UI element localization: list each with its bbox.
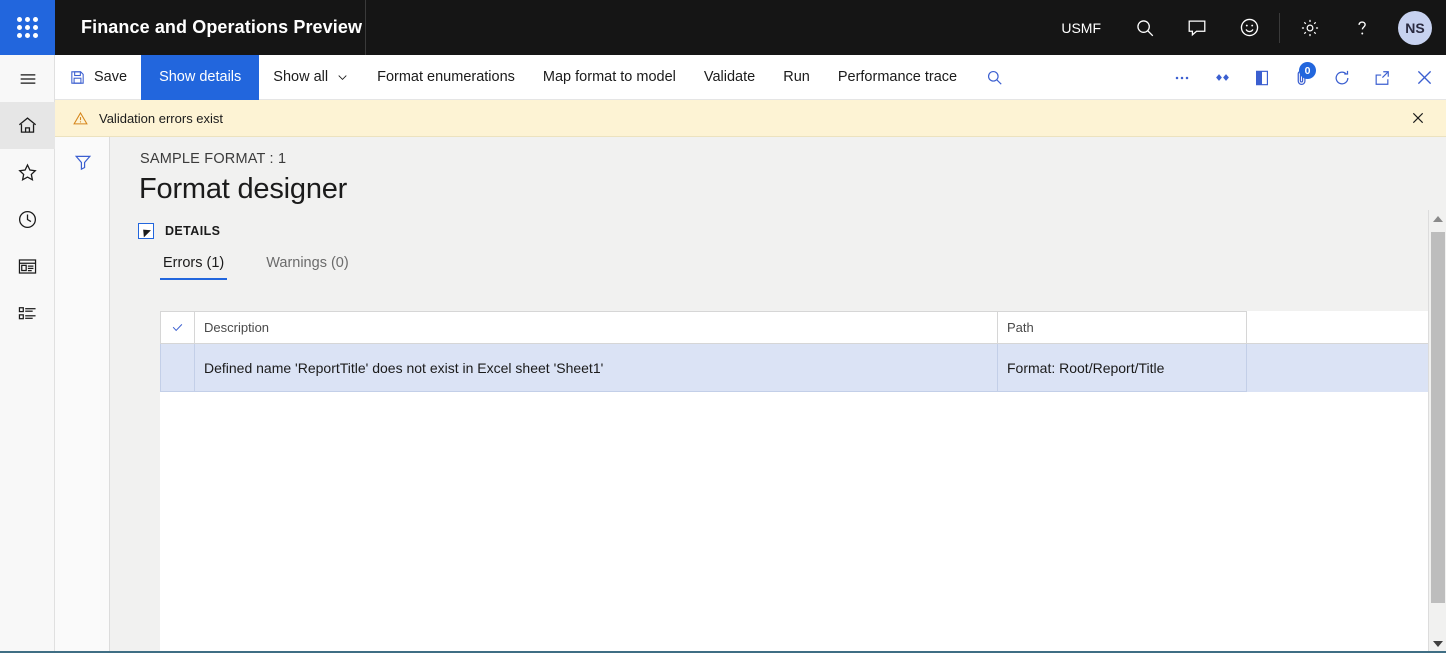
office-apps-icon[interactable] — [1242, 55, 1282, 100]
sidebar-item-home[interactable] — [0, 102, 55, 149]
validation-message-text: Validation errors exist — [99, 110, 224, 126]
filter-pane — [55, 137, 110, 653]
column-header-description[interactable]: Description — [195, 311, 998, 343]
page-caption: SAMPLE FORMAT : 1 — [140, 151, 287, 167]
tab-errors[interactable]: Errors (1) — [160, 255, 228, 280]
header-divider-right — [1279, 12, 1280, 43]
command-search-icon[interactable] — [971, 55, 1017, 100]
attachment-count-badge: 0 — [1299, 62, 1316, 79]
cell-path[interactable]: Format: Root/Report/Title — [998, 344, 1247, 392]
sidebar-item-workspaces[interactable] — [0, 243, 55, 290]
app-title: Finance and Operations Preview — [81, 17, 363, 37]
application-window: Finance and Operations Preview USMF NS S… — [0, 0, 1446, 653]
details-tablist: Errors (1) Warnings (0) — [160, 255, 388, 280]
message-bar-close-icon[interactable] — [1398, 100, 1438, 137]
row-select-cell[interactable] — [160, 344, 195, 392]
waffle-grid — [17, 17, 38, 38]
refresh-icon[interactable] — [1322, 55, 1362, 100]
header-actions: USMF NS — [1043, 0, 1446, 55]
grid-header-row: Description Path — [160, 311, 1428, 344]
main-content-area: SAMPLE FORMAT : 1 Format designer DETAIL… — [110, 137, 1446, 653]
avatar[interactable]: NS — [1398, 10, 1432, 45]
run-button[interactable]: Run — [769, 55, 824, 100]
map-format-to-model-label: Map format to model — [542, 69, 676, 85]
personalize-diamond-icon[interactable] — [1202, 55, 1242, 100]
help-question-icon[interactable] — [1336, 0, 1388, 55]
map-format-to-model-button[interactable]: Map format to model — [529, 55, 690, 100]
filter-funnel-icon[interactable] — [55, 137, 110, 187]
format-enumerations-button[interactable]: Format enumerations — [363, 55, 529, 100]
overflow-ellipsis-icon[interactable] — [1162, 55, 1202, 100]
hamburger-menu-icon[interactable] — [0, 55, 55, 102]
scrollbar-thumb[interactable] — [1431, 232, 1445, 603]
column-header-path[interactable]: Path — [998, 311, 1247, 343]
performance-trace-button[interactable]: Performance trace — [824, 55, 971, 100]
show-all-dropdown[interactable]: Show all — [259, 55, 363, 100]
app-launcher-icon[interactable] — [0, 0, 55, 55]
chevron-down-icon — [336, 71, 349, 84]
details-section-label: DETAILS — [165, 224, 221, 238]
sidebar-item-favorites[interactable] — [0, 149, 55, 196]
sidebar-item-modules[interactable] — [0, 290, 55, 337]
company-selector[interactable]: USMF — [1043, 20, 1119, 36]
save-label: Save — [94, 69, 128, 85]
sidebar-item-recent[interactable] — [0, 196, 55, 243]
close-icon[interactable] — [1402, 55, 1446, 100]
run-label: Run — [783, 69, 810, 85]
left-navigation-rail — [0, 55, 55, 653]
select-all-checkmark-icon[interactable] — [160, 311, 195, 343]
collapse-caret-icon[interactable] — [138, 223, 154, 239]
attachment-paperclip-icon[interactable]: 0 — [1282, 55, 1322, 100]
open-in-new-window-icon[interactable] — [1362, 55, 1402, 100]
format-enumerations-label: Format enumerations — [377, 69, 515, 85]
feedback-smiley-icon[interactable] — [1223, 0, 1275, 55]
show-details-label: Show details — [159, 69, 242, 85]
save-disk-icon — [69, 69, 86, 86]
message-icon[interactable] — [1171, 0, 1223, 55]
tab-warnings[interactable]: Warnings (0) — [263, 255, 351, 280]
gear-icon[interactable] — [1284, 0, 1336, 55]
page-title: Format designer — [139, 173, 348, 205]
header-divider — [365, 0, 366, 55]
command-bar-right-icons: 0 — [1162, 55, 1446, 100]
warning-triangle-icon — [72, 110, 89, 127]
scroll-up-arrow-icon[interactable] — [1429, 210, 1446, 228]
save-button[interactable]: Save — [55, 55, 141, 100]
search-icon[interactable] — [1119, 0, 1171, 55]
vertical-scrollbar[interactable] — [1428, 210, 1446, 653]
top-header-bar: Finance and Operations Preview USMF NS — [0, 0, 1446, 55]
validation-message-bar: Validation errors exist — [55, 100, 1446, 137]
performance-trace-label: Performance trace — [837, 69, 958, 85]
validate-button[interactable]: Validate — [690, 55, 769, 100]
validate-label: Validate — [703, 69, 756, 85]
command-bar: Save Show details Show all Format enumer… — [55, 54, 1446, 100]
details-section-header[interactable]: DETAILS — [138, 223, 220, 239]
errors-grid: Description Path Defined name 'ReportTit… — [160, 311, 1428, 653]
show-details-button[interactable]: Show details — [141, 54, 260, 100]
cell-description[interactable]: Defined name 'ReportTitle' does not exis… — [195, 344, 998, 392]
table-row[interactable]: Defined name 'ReportTitle' does not exis… — [160, 344, 1428, 392]
show-all-label: Show all — [273, 69, 329, 85]
